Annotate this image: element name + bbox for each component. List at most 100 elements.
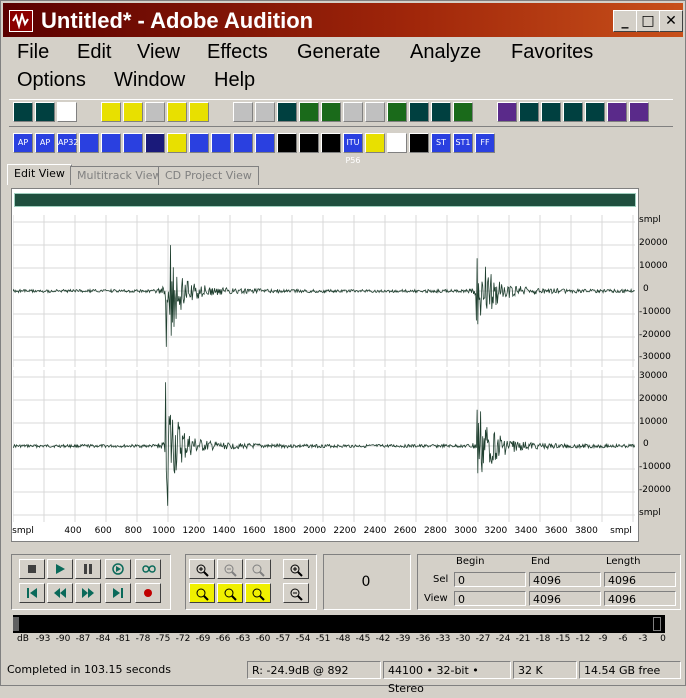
loop-icon[interactable] [135, 559, 161, 579]
x-tick-label: 3000 [454, 526, 478, 536]
sel-length-field[interactable]: 4096 [604, 572, 676, 587]
tab-edit-view[interactable]: Edit View [7, 164, 72, 185]
menu-analyze[interactable]: Analyze [410, 41, 481, 64]
menu-options[interactable]: Options [17, 69, 86, 92]
zoom-right-icon[interactable] [217, 583, 243, 603]
noise-reduce-icon[interactable] [563, 102, 583, 122]
eq-icon[interactable] [211, 133, 231, 153]
fast-forward-button[interactable] [75, 583, 101, 603]
trim-icon[interactable] [409, 102, 429, 122]
filter2-icon[interactable] [189, 133, 209, 153]
open-as-icon[interactable] [189, 102, 209, 122]
menu-edit[interactable]: Edit [77, 41, 111, 64]
ap-icon[interactable]: AP [13, 133, 33, 153]
ff-icon[interactable]: FF [475, 133, 495, 153]
overview-bar[interactable] [14, 193, 636, 207]
amplify-icon[interactable] [497, 102, 517, 122]
maximize-button[interactable]: □ [636, 10, 660, 32]
open-icon[interactable] [123, 102, 143, 122]
sel-begin-field[interactable]: 0 [454, 572, 526, 587]
palette-icon[interactable] [387, 133, 407, 153]
kx2-icon[interactable] [299, 133, 319, 153]
copy-icon[interactable] [299, 102, 319, 122]
ap2-icon[interactable]: AP [35, 133, 55, 153]
noise-icon[interactable] [541, 102, 561, 122]
graphic-eq-icon[interactable] [233, 133, 253, 153]
paste-icon[interactable] [321, 102, 341, 122]
y-label: 10000 [639, 417, 668, 427]
pause-button[interactable] [75, 559, 101, 579]
go-to-start-button[interactable] [19, 583, 45, 603]
x-tick-label: 1400 [212, 526, 236, 536]
st-icon[interactable]: ST [431, 133, 451, 153]
zoom-in-icon[interactable] [189, 559, 215, 579]
waveform-left-channel[interactable] [13, 215, 635, 367]
view-end-field[interactable]: 4096 [529, 591, 601, 606]
menu-generate[interactable]: Generate [297, 41, 380, 64]
record-button[interactable] [135, 583, 161, 603]
play-to-end-button[interactable] [105, 559, 131, 579]
paste-new-icon[interactable] [365, 102, 385, 122]
close-button[interactable]: ✕ [659, 10, 683, 32]
menu-help[interactable]: Help [214, 69, 255, 92]
pitch-icon[interactable] [585, 102, 605, 122]
zoom-out-icon[interactable] [217, 559, 243, 579]
menu-effects[interactable]: Effects [207, 41, 268, 64]
zoom-in-vertical-icon[interactable] [283, 559, 309, 579]
spectral-icon[interactable] [35, 102, 55, 122]
insert-icon[interactable] [431, 102, 451, 122]
pan-icon[interactable] [255, 133, 275, 153]
reverb-icon[interactable] [607, 102, 627, 122]
night-icon[interactable] [409, 133, 429, 153]
minimize-button[interactable]: _ [613, 10, 637, 32]
noise-gate-icon[interactable] [79, 133, 99, 153]
time-ruler[interactable]: smpl 400 600 800 1000 1200 1400 1600 1800 2000 220… [12, 524, 635, 540]
zoom-out-vertical-icon[interactable] [283, 583, 309, 603]
stop-button[interactable] [19, 559, 45, 579]
save-icon[interactable] [145, 102, 165, 122]
play-button[interactable] [47, 559, 73, 579]
waveform-icon[interactable] [13, 102, 33, 122]
filter-icon[interactable] [167, 133, 187, 153]
record-icon[interactable] [453, 102, 473, 122]
wave2-icon[interactable] [123, 133, 143, 153]
dynamics-icon[interactable] [519, 102, 539, 122]
menu-view[interactable]: View [137, 41, 180, 64]
toolbar-button-label: ITU P56 [345, 138, 361, 165]
clip-indicator[interactable] [653, 617, 661, 631]
undo-icon[interactable] [233, 102, 253, 122]
title-bar[interactable]: Untitled* - Adobe Audition _ □ ✕ [3, 3, 683, 37]
sel-end-field[interactable]: 4096 [529, 572, 601, 587]
mix-paste-icon[interactable] [387, 102, 407, 122]
save-all-icon[interactable] [167, 102, 187, 122]
rewind-button[interactable] [47, 583, 73, 603]
menu-favorites[interactable]: Favorites [511, 41, 593, 64]
view-begin-field[interactable]: 0 [454, 591, 526, 606]
normalize-icon[interactable] [145, 133, 165, 153]
tab-cd-project-view[interactable]: CD Project View [158, 166, 259, 185]
wave-icon[interactable] [101, 133, 121, 153]
view-length-field[interactable]: 4096 [604, 591, 676, 606]
new-icon[interactable] [101, 102, 121, 122]
kx3-icon[interactable] [321, 133, 341, 153]
itu-icon[interactable]: ITU P56 [343, 133, 363, 165]
cut-icon[interactable] [277, 102, 297, 122]
sun-icon[interactable] [365, 133, 385, 153]
waveform-right-channel[interactable] [13, 370, 635, 522]
ap32-icon[interactable]: AP32 [57, 133, 78, 153]
st1-icon[interactable]: ST1 [453, 133, 473, 153]
menu-file[interactable]: File [17, 41, 49, 64]
zoom-left-icon[interactable] [189, 583, 215, 603]
menu-window[interactable]: Window [114, 69, 185, 92]
echo-icon[interactable] [629, 102, 649, 122]
cd-icon[interactable] [57, 102, 77, 122]
zoom-full-icon[interactable] [245, 559, 271, 579]
redo-icon[interactable] [255, 102, 275, 122]
go-to-end-button[interactable] [105, 583, 131, 603]
toolbar-button-label: ST [436, 138, 446, 147]
scissors-icon[interactable] [343, 102, 363, 122]
time-display: 0 [361, 574, 371, 590]
tab-multitrack-view[interactable]: Multitrack View [70, 166, 169, 185]
kx1-icon[interactable] [277, 133, 297, 153]
zoom-selection-icon[interactable] [245, 583, 271, 603]
